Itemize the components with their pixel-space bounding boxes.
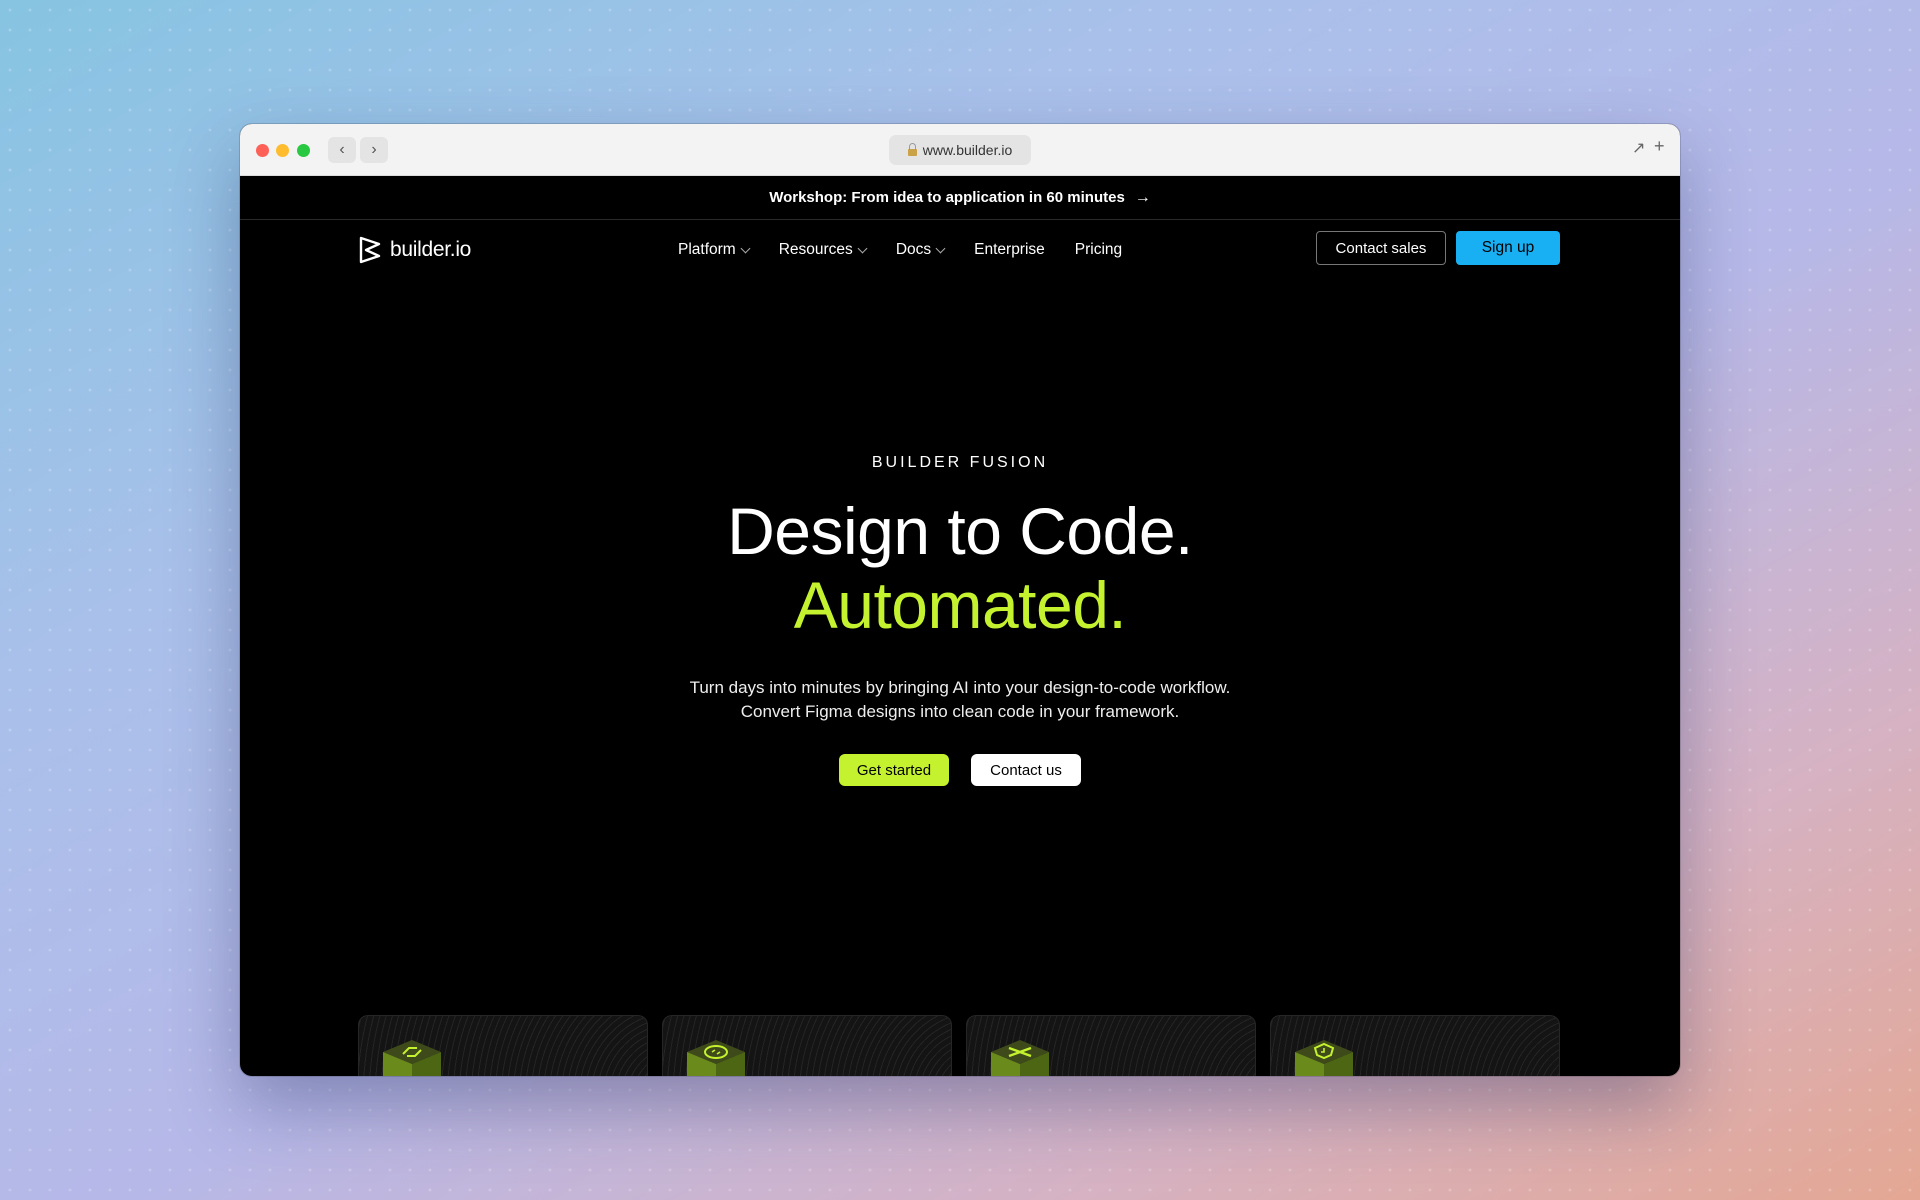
announcement-text: Workshop: From idea to application in 60… <box>769 189 1125 206</box>
chevron-left-icon: ‹ <box>339 141 345 158</box>
feature-card[interactable] <box>358 1015 648 1076</box>
feature-card[interactable] <box>1270 1015 1560 1076</box>
menu-item-pricing[interactable]: Pricing <box>1075 241 1122 259</box>
link-icon <box>991 1040 1049 1076</box>
address-bar[interactable]: www.builder.io <box>889 135 1031 165</box>
menu-item-enterprise[interactable]: Enterprise <box>974 241 1045 259</box>
minimize-window-button[interactable] <box>276 144 289 157</box>
browser-titlebar: ‹ › www.builder.io ↗ + <box>240 124 1680 176</box>
headline-line-2: Automated. <box>793 568 1127 642</box>
sign-up-button[interactable]: Sign up <box>1456 231 1560 265</box>
menu-item-platform[interactable]: Platform <box>678 241 751 259</box>
share-icon[interactable]: ↗ <box>1632 138 1645 158</box>
site-header: builder.io Platform Resources Docs Enter… <box>240 220 1680 280</box>
menu-item-label: Resources <box>778 241 853 258</box>
hero-cta-row: Get started Contact us <box>240 754 1680 786</box>
menu-item-label: Platform <box>678 241 736 258</box>
contact-us-button[interactable]: Contact us <box>971 754 1081 786</box>
chevron-down-icon <box>857 243 868 253</box>
chevron-right-icon: › <box>371 141 377 158</box>
browser-window: ‹ › www.builder.io ↗ + Workshop: From id… <box>240 124 1680 1076</box>
back-button[interactable]: ‹ <box>328 137 356 163</box>
feature-cards <box>358 1015 1560 1076</box>
announcement-bar[interactable]: Workshop: From idea to application in 60… <box>240 176 1680 220</box>
hero-headline: Design to Code. Automated. <box>240 494 1680 642</box>
menu-item-docs[interactable]: Docs <box>895 241 946 259</box>
headline-line-1: Design to Code. <box>727 494 1193 568</box>
close-window-button[interactable] <box>256 144 269 157</box>
shield-lock-icon <box>1295 1040 1353 1076</box>
hero-section: BUILDER FUSION Design to Code. Automated… <box>240 454 1680 786</box>
chevron-down-icon <box>740 243 751 253</box>
main-menu: Platform Resources Docs Enterprise Prici… <box>678 220 1122 280</box>
lock-icon <box>907 142 917 156</box>
menu-item-label: Enterprise <box>974 241 1045 258</box>
menu-item-resources[interactable]: Resources <box>778 241 868 259</box>
builder-logo[interactable]: builder.io <box>358 236 471 264</box>
hero-eyebrow: BUILDER FUSION <box>871 454 1049 471</box>
new-tab-icon[interactable]: + <box>1654 136 1665 157</box>
get-started-button[interactable]: Get started <box>839 754 949 786</box>
arrows-swap-icon <box>383 1040 441 1076</box>
menu-item-label: Pricing <box>1074 241 1123 258</box>
chevron-down-icon <box>935 243 946 253</box>
builder-logo-icon <box>359 236 381 264</box>
forward-button[interactable]: › <box>360 137 388 163</box>
arrow-right-icon: → <box>1134 188 1151 206</box>
feature-card[interactable] <box>966 1015 1256 1076</box>
hero-subheadline: Turn days into minutes by bringing AI in… <box>689 678 1231 721</box>
menu-item-label: Docs <box>895 241 932 258</box>
logo-text: builder.io <box>390 238 472 261</box>
maximize-window-button[interactable] <box>297 144 310 157</box>
feature-card[interactable] <box>662 1015 952 1076</box>
contact-sales-button[interactable]: Contact sales <box>1316 231 1446 265</box>
address-bar-url: www.builder.io <box>922 142 1013 158</box>
code-brackets-icon <box>687 1040 745 1076</box>
